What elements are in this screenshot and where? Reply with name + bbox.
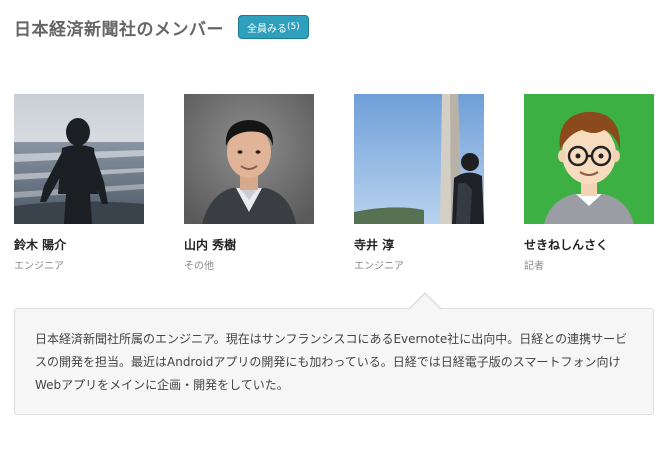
member-card-1[interactable]: 鈴木 陽介 エンジニア [14, 94, 144, 272]
member-card-4[interactable]: せきねしんさく 記者 [524, 94, 654, 272]
member-card-2[interactable]: 山内 秀樹 その他 [184, 94, 314, 272]
member-name[interactable]: せきねしんさく [524, 236, 654, 253]
member-photo-2[interactable] [184, 94, 314, 224]
member-role: その他 [184, 261, 214, 272]
bio-pointer-fill [410, 294, 440, 309]
member-photo-1[interactable] [14, 94, 144, 224]
view-all-label: 全員みる [247, 23, 287, 35]
member-role: エンジニア [354, 261, 404, 272]
member-bio-box: 日本経済新聞社所属のエンジニア。現在はサンフランシスコにあるEvernote社に… [14, 308, 654, 415]
member-count: (5) [287, 22, 300, 32]
member-bio-text: 日本経済新聞社所属のエンジニア。現在はサンフランシスコにあるEvernote社に… [35, 332, 628, 392]
member-name[interactable]: 鈴木 陽介 [14, 236, 144, 253]
member-avatar-illustration[interactable] [524, 94, 654, 224]
member-role: 記者 [524, 261, 544, 272]
header: 日本経済新聞社のメンバー 全員みる (5) [14, 13, 309, 41]
member-name[interactable]: 山内 秀樹 [184, 236, 314, 253]
member-name[interactable]: 寺井 淳 [354, 236, 484, 253]
member-role: エンジニア [14, 261, 64, 272]
member-photo-3[interactable] [354, 94, 484, 224]
member-card-3[interactable]: 寺井 淳 エンジニア [354, 94, 484, 272]
view-all-members-button[interactable]: 全員みる (5) [238, 15, 309, 39]
page-title: 日本経済新聞社のメンバー [14, 19, 224, 40]
